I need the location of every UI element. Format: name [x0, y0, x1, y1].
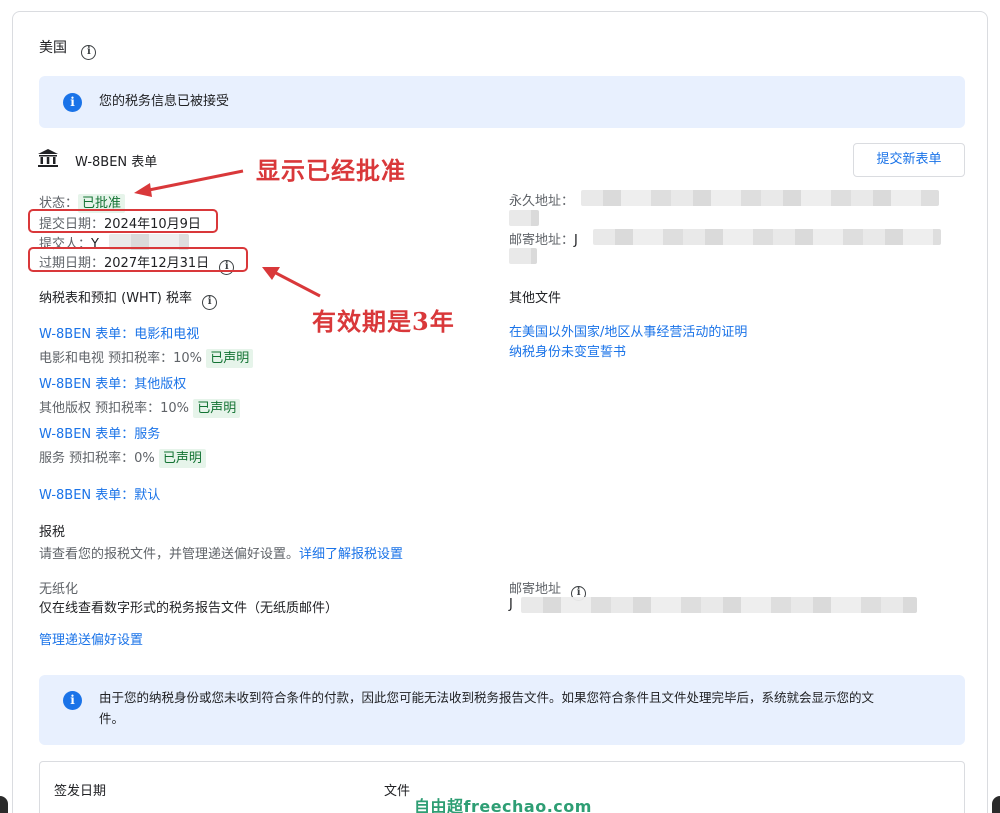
wht-link-services[interactable]: W-8BEN 表单：服务	[39, 423, 160, 442]
country-title: 美国 i	[39, 37, 97, 60]
tax-report-title: 报税	[39, 525, 66, 540]
wht-rate-label: 服务 预扣税率：	[39, 451, 135, 466]
wht-link-default[interactable]: W-8BEN 表单：默认	[39, 484, 160, 503]
wht-title: 纳税表和预扣 (WHT) 税率	[39, 291, 192, 306]
info-filled-icon: i	[63, 691, 82, 710]
annotation-box-submit-date	[28, 209, 218, 233]
arrow-icon	[262, 267, 321, 298]
col-issue-date: 签发日期	[54, 784, 107, 799]
declared-badge: 已声明	[206, 349, 254, 368]
bank-icon	[38, 149, 58, 167]
annotation-validity-note: 有效期是3年	[312, 307, 455, 336]
mailing-address-row: 邮寄地址：J	[509, 229, 578, 248]
watermark: 自由超freechao.com	[414, 797, 592, 813]
learn-more-link[interactable]: 详细了解报税设置	[299, 547, 403, 562]
info-filled-icon: i	[63, 93, 82, 112]
wht-rate-row: 服务 预扣税率：0% 已声明	[39, 447, 206, 468]
redacted-permanent-address-line2	[509, 210, 539, 226]
other-docs-title: 其他文件	[509, 291, 562, 306]
mailing-label: 邮寄地址	[509, 582, 562, 597]
wht-rate-row: 电影和电视 预扣税率：10% 已声明	[39, 347, 254, 368]
paperless-title: 无纸化	[39, 582, 79, 597]
redacted-mailing-address	[593, 229, 941, 245]
info-icon[interactable]: i	[202, 295, 218, 310]
declared-badge: 已声明	[158, 449, 206, 468]
declared-badge: 已声明	[193, 399, 241, 418]
country-name: 美国	[39, 40, 67, 56]
annotation-approved-note: 显示已经批准	[256, 156, 406, 185]
accepted-banner: i 您的税务信息已被接受	[39, 76, 965, 128]
mailing-address-value: J	[574, 233, 578, 248]
wht-rate-label: 电影和电视 预扣税率：	[39, 351, 174, 366]
window-edge-right	[992, 796, 1000, 813]
notice-text: 由于您的纳税身份或您未收到符合条件的付款，因此您可能无法收到税务报告文件。如果您…	[99, 687, 874, 729]
wht-rate-label: 其他版权 预扣税率：	[39, 401, 161, 416]
tax-report-desc: 请查看您的报税文件，并管理递送偏好设置。	[39, 547, 300, 562]
wht-rate-value: 10%	[160, 401, 190, 416]
wht-rate-value: 10%	[173, 351, 203, 366]
mailing-value: J	[509, 597, 513, 612]
redacted-mailing-address-line2	[509, 248, 537, 264]
wht-link-film-tv[interactable]: W-8BEN 表单：电影和电视	[39, 323, 199, 342]
other-doc-link-affidavit[interactable]: 纳税身份未变宣誓书	[509, 341, 626, 360]
permanent-address-label: 永久地址：	[509, 194, 575, 209]
wht-rate-row: 其他版权 预扣税率：10% 已声明	[39, 397, 241, 418]
notice-line2: 件。	[99, 711, 125, 726]
info-icon[interactable]: i	[81, 45, 97, 60]
window-edge-left	[0, 796, 8, 813]
wht-title-row: 纳税表和预扣 (WHT) 税率 i	[39, 287, 218, 310]
accepted-banner-text: 您的税务信息已被接受	[99, 94, 230, 109]
manage-delivery-link[interactable]: 管理递送偏好设置	[39, 629, 143, 648]
redacted-permanent-address	[581, 190, 939, 206]
wht-rate-value: 0%	[134, 451, 155, 466]
submit-new-form-button[interactable]: 提交新表单	[853, 143, 965, 177]
other-doc-link-business-proof[interactable]: 在美国以外国家/地区从事经营活动的证明	[509, 321, 747, 340]
tax-report-desc-row: 请查看您的报税文件，并管理递送偏好设置。详细了解报税设置	[39, 543, 403, 562]
mailing-address-label: 邮寄地址：	[509, 233, 575, 248]
annotation-box-expiry-date	[28, 247, 248, 272]
redacted-mailing	[521, 597, 917, 613]
notice-line1: 由于您的纳税身份或您未收到符合条件的付款，因此您可能无法收到税务报告文件。如果您…	[99, 690, 875, 705]
col-file: 文件	[384, 784, 411, 799]
arrow-icon	[134, 169, 244, 197]
tax-info-card: 美国 i i 您的税务信息已被接受 W-8BEN 表单 提交新表单 状态： 已批准…	[12, 11, 988, 813]
notice-banner: i 由于您的纳税身份或您未收到符合条件的付款，因此您可能无法收到税务报告文件。如…	[39, 675, 965, 745]
wht-link-other-copyright[interactable]: W-8BEN 表单：其他版权	[39, 373, 186, 392]
paperless-desc: 仅在线查看数字形式的税务报告文件（无纸质邮件）	[39, 601, 339, 616]
